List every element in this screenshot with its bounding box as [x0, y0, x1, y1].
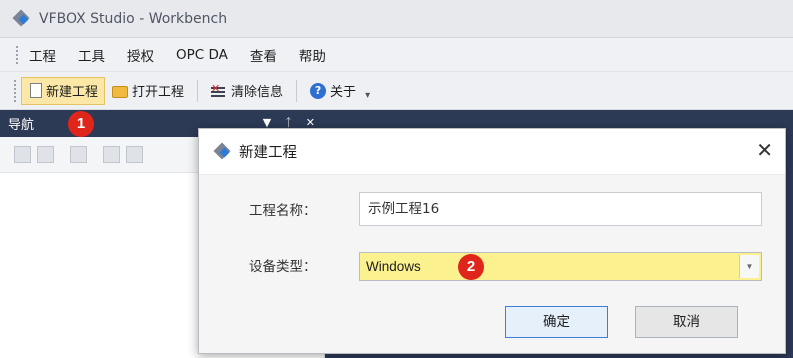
ok-button[interactable]: 确定 [505, 306, 608, 338]
dialog-logo-icon [211, 141, 233, 163]
menubar-grip [16, 45, 19, 64]
about-icon: ? [310, 82, 327, 99]
menu-bar: 工程 工具 授权 OPC DA 查看 帮助 [0, 38, 793, 72]
menu-item-license[interactable]: 授权 [127, 45, 154, 65]
app-logo-icon [10, 8, 32, 30]
about-label: 关于 [330, 85, 357, 100]
open-project-label: 打开工程 [132, 85, 185, 100]
open-folder-icon [112, 86, 129, 98]
menu-item-view[interactable]: 查看 [250, 45, 277, 65]
title-bar: VFBOX Studio - Workbench [0, 0, 793, 38]
toolbar-grip [14, 79, 17, 102]
nav-tool-icon-4[interactable] [103, 146, 120, 163]
toolbar-separator [296, 79, 298, 102]
dialog-title-bar: 新建工程 [199, 129, 785, 175]
toolbar-separator [197, 79, 199, 102]
nav-tool-icon-3[interactable] [70, 146, 87, 163]
clear-info-button[interactable]: ✕ 清除信息 [204, 77, 290, 105]
nav-tool-icon-5[interactable] [126, 146, 143, 163]
nav-tool-icon-1[interactable] [14, 146, 31, 163]
new-file-icon [30, 83, 42, 98]
about-button[interactable]: ? 关于 [303, 77, 363, 105]
nav-tool-icon-2[interactable] [37, 146, 54, 163]
clear-info-label: 清除信息 [231, 85, 284, 100]
step-badge-1: 1 [68, 111, 94, 137]
menu-item-tools[interactable]: 工具 [78, 45, 105, 65]
menu-item-help[interactable]: 帮助 [299, 45, 326, 65]
close-icon[interactable]: ✕ [756, 140, 773, 160]
window-title: VFBOX Studio - Workbench [39, 10, 228, 27]
project-name-label: 工程名称： [249, 203, 317, 219]
step-badge-2: 2 [458, 254, 484, 280]
project-name-input[interactable]: 示例工程16 [359, 192, 762, 226]
toolbar: 新建工程 打开工程 ✕ 清除信息 ? 关于 ▾ [0, 72, 793, 110]
toolbar-overflow-icon[interactable]: ▾ [365, 90, 370, 101]
menu-item-project[interactable]: 工程 [29, 45, 56, 65]
new-project-button[interactable]: 新建工程 [21, 76, 106, 105]
new-project-dialog: 新建工程 ✕ 工程名称： 示例工程16 设备类型： Windows ▼ 确定 取… [198, 128, 786, 354]
nav-panel-title: 导航 [8, 118, 35, 133]
device-type-value: Windows [366, 259, 421, 274]
cancel-button[interactable]: 取消 [635, 306, 738, 338]
dropdown-arrow-icon[interactable]: ▼ [739, 255, 759, 278]
open-project-button[interactable]: 打开工程 [105, 77, 191, 105]
device-type-select[interactable]: Windows ▼ [359, 252, 762, 281]
device-type-label: 设备类型： [249, 259, 317, 275]
new-project-label: 新建工程 [46, 85, 99, 100]
menu-item-opcda[interactable]: OPC DA [176, 47, 228, 63]
clear-info-icon: ✕ [211, 83, 227, 99]
dialog-title: 新建工程 [239, 145, 297, 161]
